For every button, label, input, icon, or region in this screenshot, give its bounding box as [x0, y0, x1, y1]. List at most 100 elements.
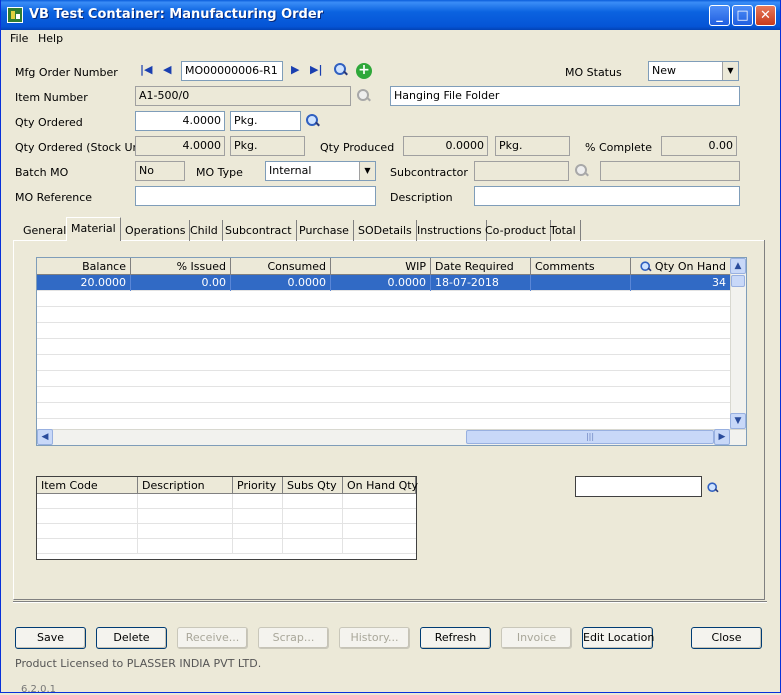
cell-consumed: 0.0000 — [231, 275, 331, 291]
column-header-balance[interactable]: Balance — [37, 258, 131, 275]
table-row[interactable] — [37, 339, 731, 355]
tab-instructions[interactable]: Instructions — [413, 220, 487, 241]
scrap-button[interactable]: Scrap... — [258, 627, 329, 649]
tab-operations[interactable]: Operations — [121, 220, 191, 241]
search-icon[interactable] — [334, 63, 348, 77]
batch-mo-field: No — [135, 161, 185, 181]
scroll-right-icon[interactable]: ▶ — [714, 429, 730, 445]
tab-child[interactable]: Child — [186, 220, 223, 241]
qty-ordered-unit-input[interactable]: Pkg. — [230, 111, 301, 131]
qty-ordered-stock-unit-field: Pkg. — [230, 136, 305, 156]
minimize-button[interactable]: _ — [709, 5, 730, 26]
next-record-icon[interactable]: ▶ — [291, 63, 299, 76]
history-button[interactable]: History... — [339, 627, 410, 649]
scroll-down-icon[interactable]: ▼ — [730, 413, 746, 429]
close-window-button[interactable]: ✕ — [755, 5, 776, 26]
receive-button[interactable]: Receive... — [177, 627, 248, 649]
menu-help[interactable]: Help — [38, 32, 63, 45]
horizontal-scroll-thumb[interactable]: ||| — [466, 430, 714, 444]
mo-reference-label: MO Reference — [15, 191, 93, 204]
grid-search-icon[interactable] — [707, 482, 718, 493]
item-number-field: A1-500/0 — [135, 86, 351, 106]
table-row[interactable] — [37, 307, 731, 323]
mfg-order-number-input[interactable]: MO00000006-R1 — [181, 61, 283, 81]
tab-purchase[interactable]: Purchase — [295, 220, 354, 241]
column-header-issued[interactable]: % Issued — [131, 258, 231, 275]
title-bar[interactable]: VB Test Container: Manufacturing Order _… — [1, 0, 780, 30]
subcontractor-label: Subcontractor — [390, 166, 468, 179]
close-button[interactable]: Close — [691, 627, 762, 649]
column-header-comments[interactable]: Comments — [531, 258, 631, 275]
qty-on-hand-search-icon[interactable] — [640, 261, 651, 272]
tab-total[interactable]: Total — [546, 220, 581, 241]
menu-bar: File Help — [1, 30, 780, 48]
pct-complete-field: 0.00 — [661, 136, 737, 156]
table-row[interactable] — [37, 291, 731, 307]
tab-subcontract[interactable]: Subcontract — [221, 220, 297, 241]
table-row[interactable]: 20.0000 0.00 0.0000 0.0000 18-07-2018 34 — [37, 275, 731, 291]
last-record-icon[interactable]: ▶| — [310, 63, 322, 76]
table-row[interactable] — [37, 387, 731, 403]
tab-general[interactable]: General — [19, 220, 72, 241]
qty-produced-unit-field: Pkg. — [495, 136, 570, 156]
cell-issued: 0.00 — [131, 275, 231, 291]
scroll-left-icon[interactable]: ◀ — [37, 429, 53, 445]
mo-reference-input[interactable] — [135, 186, 376, 206]
column-header-date-required[interactable]: Date Required — [431, 258, 531, 275]
subcontractor-name-field — [600, 161, 740, 181]
tab-sodetails[interactable]: SODetails — [354, 220, 417, 241]
add-new-icon[interactable]: + — [356, 63, 372, 79]
list-item[interactable] — [37, 494, 416, 509]
column-header-wip[interactable]: WIP — [331, 258, 431, 275]
material-grid-horizontal-scrollbar[interactable]: ◀ ||| ▶ — [37, 429, 746, 445]
item-description-field[interactable]: Hanging File Folder — [390, 86, 740, 106]
table-row[interactable] — [37, 371, 731, 387]
vertical-scroll-thumb[interactable] — [731, 275, 745, 287]
previous-record-icon[interactable]: ◀ — [163, 63, 171, 76]
list-item[interactable] — [37, 524, 416, 539]
grid-search-input[interactable] — [575, 476, 702, 497]
edit-location-button[interactable]: Edit Location — [582, 627, 654, 649]
mo-type-label: MO Type — [196, 166, 243, 179]
cell-wip: 0.0000 — [331, 275, 431, 291]
invoice-button[interactable]: Invoice — [501, 627, 572, 649]
mo-status-select[interactable]: New ▼ — [648, 61, 739, 81]
subcontractor-field — [474, 161, 569, 181]
qty-produced-label: Qty Produced — [320, 141, 395, 154]
refresh-button[interactable]: Refresh — [420, 627, 491, 649]
column-header-consumed[interactable]: Consumed — [231, 258, 331, 275]
column-header-description[interactable]: Description — [138, 477, 233, 493]
maximize-button[interactable]: □ — [732, 5, 753, 26]
column-header-priority[interactable]: Priority — [233, 477, 283, 493]
table-row[interactable] — [37, 323, 731, 339]
description-label: Description — [390, 191, 453, 204]
column-header-subs-qty[interactable]: Subs Qty — [283, 477, 343, 493]
unit-search-icon[interactable] — [306, 114, 320, 128]
qty-ordered-input[interactable]: 4.0000 — [135, 111, 225, 131]
tab-material[interactable]: Material — [66, 217, 121, 241]
material-grid-vertical-scrollbar[interactable]: ▲ ▼ — [730, 258, 746, 429]
cell-comments — [531, 275, 631, 291]
material-grid[interactable]: Balance % Issued Consumed WIP Date Requi… — [36, 257, 747, 446]
menu-file[interactable]: File — [10, 32, 28, 45]
description-input[interactable] — [474, 186, 740, 206]
table-row[interactable] — [37, 403, 731, 419]
delete-button[interactable]: Delete — [96, 627, 167, 649]
item-search-icon — [357, 89, 371, 103]
substitutes-grid[interactable]: Item Code Description Priority Subs Qty … — [36, 476, 418, 560]
chevron-down-icon[interactable]: ▼ — [359, 162, 375, 180]
mo-status-value: New — [652, 64, 676, 77]
list-item[interactable] — [37, 539, 416, 554]
tab-co-product[interactable]: Co-product — [481, 220, 551, 241]
list-item[interactable] — [37, 509, 416, 524]
column-header-qty-on-hand[interactable]: Qty On Hand — [631, 258, 731, 275]
mo-type-select[interactable]: Internal ▼ — [265, 161, 376, 181]
save-button[interactable]: Save — [15, 627, 86, 649]
column-header-item-code[interactable]: Item Code — [37, 477, 138, 493]
license-text: Product Licensed to PLASSER INDIA PVT LT… — [15, 657, 262, 670]
scroll-up-icon[interactable]: ▲ — [730, 258, 746, 274]
first-record-icon[interactable]: |◀ — [140, 63, 152, 76]
chevron-down-icon[interactable]: ▼ — [722, 62, 738, 80]
column-header-on-hand-qty[interactable]: On Hand Qty — [343, 477, 418, 493]
table-row[interactable] — [37, 355, 731, 371]
